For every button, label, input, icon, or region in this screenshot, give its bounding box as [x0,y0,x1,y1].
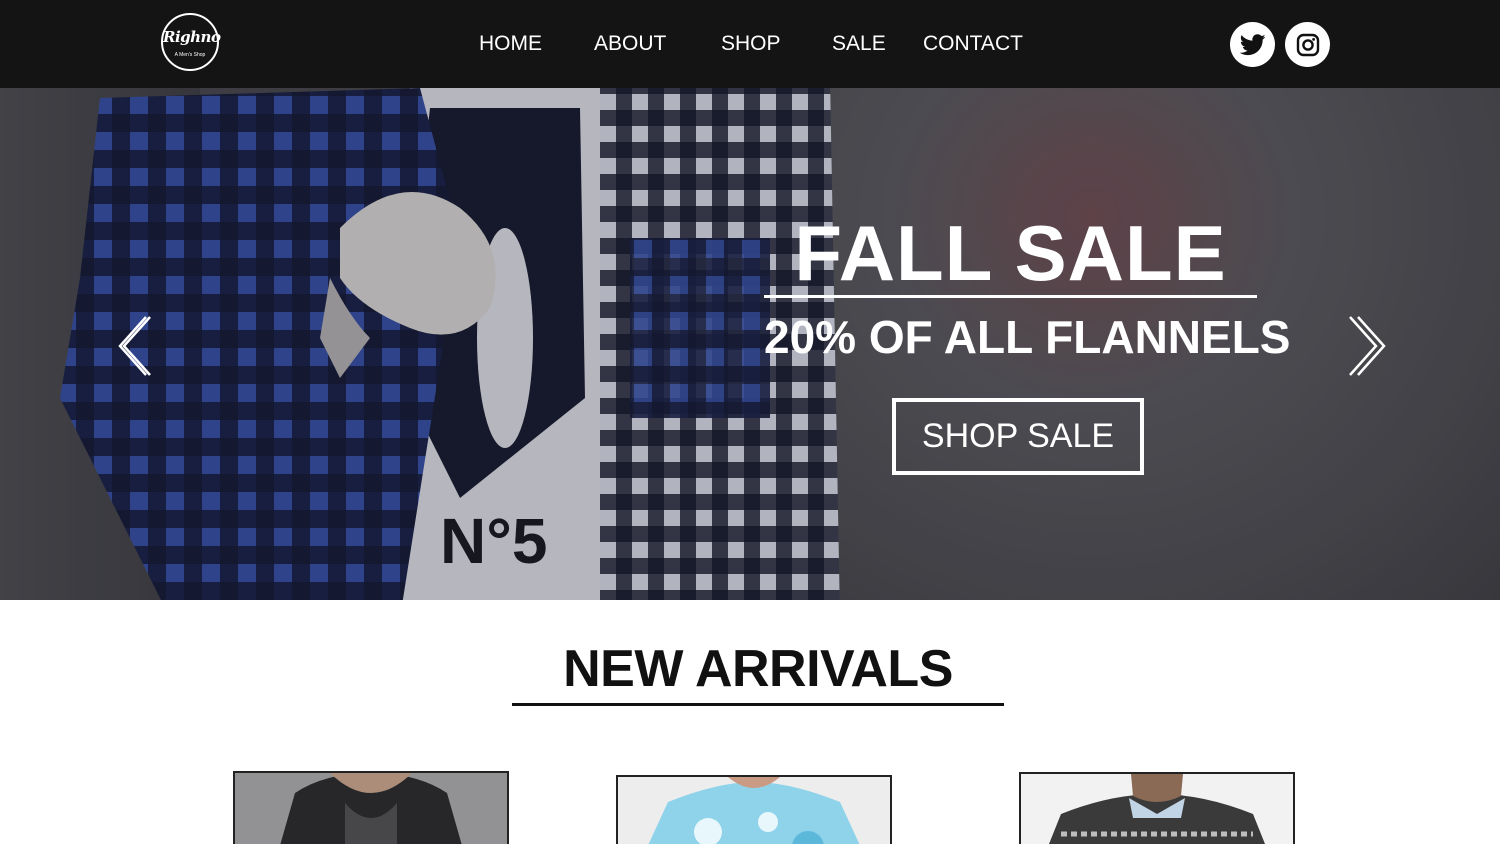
twitter-icon[interactable] [1230,22,1275,67]
hero-banner: N°5 FALL SALE 20% OF ALL FLANNELS SHOP S… [0,88,1500,600]
logo-script-text: Righno [163,28,221,46]
hooded-jacket-photo [235,773,507,844]
hero-subtitle: 20% OF ALL FLANNELS [764,311,1291,363]
nav-home[interactable]: HOME [479,32,542,56]
chevron-left-icon[interactable] [118,313,154,384]
nav-about[interactable]: ABOUT [594,32,666,56]
nav-contact[interactable]: CONTACT [923,32,1023,56]
patterned-sweater-photo [1021,774,1293,844]
product-card-hooded-jacket[interactable] [233,771,509,844]
new-arrivals-title: NEW ARRIVALS [563,640,953,698]
product-card-patterned-sweater[interactable] [1019,772,1295,844]
brand-logo[interactable]: Righno A Men's Shop [161,13,221,71]
tie-dye-shirt-photo [618,777,890,844]
nav-sale[interactable]: SALE [832,32,886,56]
chevron-right-icon[interactable] [1346,313,1386,384]
product-card-tie-dye-shirt[interactable] [616,775,892,844]
hero-title: FALL SALE [794,209,1227,297]
instagram-icon[interactable] [1285,22,1330,67]
shop-sale-button[interactable]: SHOP SALE [892,398,1144,475]
logo-tagline: A Men's Shop [174,52,206,58]
new-arrivals-divider [512,703,1004,706]
top-navbar: Righno A Men's Shop HOME ABOUT SHOP SALE… [0,0,1500,88]
hero-divider [764,295,1257,298]
nav-shop[interactable]: SHOP [721,32,781,56]
